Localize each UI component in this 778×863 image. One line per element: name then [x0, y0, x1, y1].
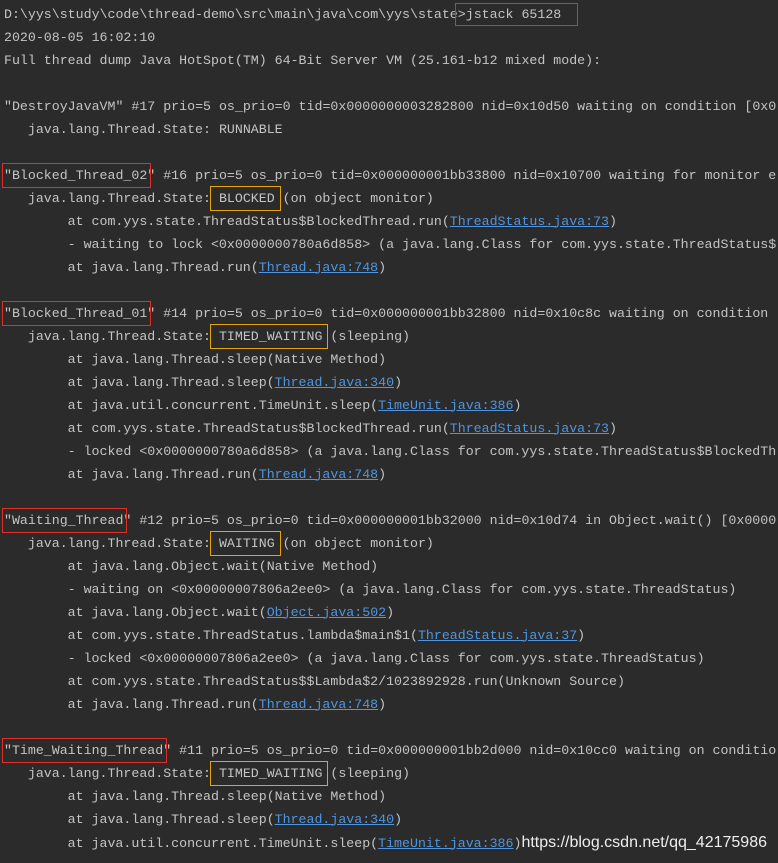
source-link[interactable]: ThreadStatus.java:37 [418, 628, 577, 643]
stack-frame: at java.lang.Object.wait(Object.java:502… [4, 601, 778, 624]
source-link[interactable]: Thread.java:748 [259, 260, 378, 275]
prompt-symbol: > [457, 6, 466, 22]
stack-frame: at java.util.concurrent.TimeUnit.sleep(T… [4, 394, 778, 417]
stack-frame: at java.lang.Thread.sleep(Thread.java:34… [4, 371, 778, 394]
stack-frame: at java.lang.Thread.run(Thread.java:748) [4, 256, 778, 279]
stack-frame: at com.yys.state.ThreadStatus$$Lambda$2/… [67, 673, 625, 689]
thread-state-line: java.lang.Thread.State: TIMED_WAITING (s… [4, 325, 778, 348]
thread-state-line: java.lang.Thread.State: TIMED_WAITING (s… [4, 762, 778, 785]
thread-header: "Blocked_Thread_02" #16 prio=5 os_prio=0… [4, 164, 778, 187]
frame-tail: ) [394, 811, 403, 827]
thread-header: "Waiting_Thread" #12 prio=5 os_prio=0 ti… [4, 509, 778, 532]
frame-tail: ) [378, 466, 387, 482]
state-detail: (on object monitor) [274, 535, 434, 551]
stack-lock-line: - locked <0x00000007806a2ee0> (a java.la… [67, 650, 705, 666]
frame-tail: ) [577, 627, 586, 643]
stack-frame: at java.lang.Thread.run(Thread.java:748) [4, 463, 778, 486]
state-label: java.lang.Thread.State: [27, 190, 219, 206]
thread-info: #14 prio=5 os_prio=0 tid=0x000000001bb32… [155, 305, 769, 321]
thread-state: TIMED_WAITING [218, 765, 323, 781]
frame-text: at java.lang.Thread.run( [67, 259, 259, 275]
source-link[interactable]: Thread.java:748 [259, 697, 378, 712]
dump-header: Full thread dump Java HotSpot(TM) 64-Bit… [4, 52, 602, 68]
stack-lock-line: - locked <0x0000000780a6d858> (a java.la… [67, 443, 777, 459]
source-link[interactable]: Thread.java:748 [259, 467, 378, 482]
thread-state: TIMED_WAITING [218, 328, 323, 344]
state-label: java.lang.Thread.State: [27, 121, 219, 137]
stack-frame: at java.lang.Thread.run(Thread.java:748) [4, 693, 778, 716]
frame-tail: ) [394, 374, 403, 390]
stack-lock-line: - waiting to lock <0x0000000780a6d858> (… [67, 236, 777, 252]
state-label: java.lang.Thread.State: [27, 765, 219, 781]
thread-info: #12 prio=5 os_prio=0 tid=0x000000001bb32… [131, 512, 777, 528]
frame-tail: ) [609, 213, 617, 229]
source-link[interactable]: TimeUnit.java:386 [378, 836, 513, 851]
stack-lock-line: - waiting on <0x00000007806a2ee0> (a jav… [67, 581, 737, 597]
thread-name: "Waiting_Thread" [4, 512, 132, 528]
state-detail: (on object monitor) [274, 190, 434, 206]
thread-name: "DestroyJavaVM" [4, 98, 124, 114]
frame-text: at java.lang.Object.wait( [67, 604, 267, 620]
state-detail: (sleeping) [322, 328, 411, 344]
stack-frame: at com.yys.state.ThreadStatus$BlockedThr… [4, 417, 778, 440]
frame-text: at java.lang.Thread.sleep( [67, 374, 275, 390]
thread-header: "Blocked_Thread_01" #14 prio=5 os_prio=0… [4, 302, 778, 325]
frame-text: at java.lang.Thread.run( [67, 696, 259, 712]
state-detail: (sleeping) [322, 765, 411, 781]
watermark: https://blog.csdn.net/qq_42175986 [521, 833, 767, 851]
prompt-path: D:\yys\study\code\thread-demo\src\main\j… [4, 6, 458, 22]
command-highlight: >jstack 65128 [458, 7, 562, 22]
thread-state-line: java.lang.Thread.State: RUNNABLE [4, 118, 778, 141]
thread-state-line: java.lang.Thread.State: BLOCKED (on obje… [4, 187, 778, 210]
console-output: D:\yys\study\code\thread-demo\src\main\j… [0, 0, 778, 863]
thread-info: #17 prio=5 os_prio=0 tid=0x0000000003282… [123, 98, 777, 114]
source-link[interactable]: ThreadStatus.java:73 [450, 214, 609, 229]
stack-frame: at com.yys.state.ThreadStatus.lambda$mai… [4, 624, 778, 647]
command-text: jstack 65128 [465, 6, 562, 22]
frame-text: at com.yys.state.ThreadStatus$BlockedThr… [67, 213, 450, 229]
source-link[interactable]: TimeUnit.java:386 [378, 398, 513, 413]
thread-state: WAITING [218, 535, 275, 551]
stack-frame: at java.lang.Thread.sleep(Thread.java:34… [4, 808, 778, 831]
state-label: java.lang.Thread.State: [27, 535, 219, 551]
frame-text: at java.util.concurrent.TimeUnit.sleep( [67, 835, 379, 851]
stack-frame: at java.util.concurrent.TimeUnit.sleep(T… [4, 831, 778, 854]
source-link[interactable]: Thread.java:340 [275, 375, 394, 390]
thread-state: BLOCKED [218, 190, 275, 206]
thread-info: #16 prio=5 os_prio=0 tid=0x000000001bb33… [155, 167, 777, 183]
stack-frame: at java.lang.Thread.sleep(Native Method) [67, 788, 387, 804]
thread-state-line: java.lang.Thread.State: WAITING (on obje… [4, 532, 778, 555]
frame-text: at java.lang.Thread.run( [67, 466, 259, 482]
thread-info: #11 prio=5 os_prio=0 tid=0x000000001bb2d… [171, 742, 777, 758]
command-line: D:\yys\study\code\thread-demo\src\main\j… [4, 3, 778, 26]
source-link[interactable]: Thread.java:340 [275, 812, 394, 827]
thread-header: "Time_Waiting_Thread" #11 prio=5 os_prio… [4, 739, 778, 762]
dump-timestamp: 2020-08-05 16:02:10 [4, 29, 156, 45]
frame-text: at java.util.concurrent.TimeUnit.sleep( [67, 397, 379, 413]
frame-tail: ) [378, 259, 387, 275]
frame-tail: ) [386, 604, 395, 620]
thread-name: "Time_Waiting_Thread" [4, 742, 172, 758]
thread-state: RUNNABLE [218, 121, 283, 137]
thread-name: "Blocked_Thread_02" [4, 167, 156, 183]
thread-header: "DestroyJavaVM" #17 prio=5 os_prio=0 tid… [4, 95, 778, 118]
thread-name: "Blocked_Thread_01" [4, 305, 156, 321]
frame-text: at com.yys.state.ThreadStatus.lambda$mai… [67, 627, 418, 643]
frame-tail: ) [609, 420, 617, 436]
stack-frame: at com.yys.state.ThreadStatus$BlockedThr… [4, 210, 778, 233]
stack-frame: at java.lang.Thread.sleep(Native Method) [67, 351, 387, 367]
stack-frame: at java.lang.Object.wait(Native Method) [67, 558, 379, 574]
frame-tail: ) [513, 397, 522, 413]
frame-text: at java.lang.Thread.sleep( [67, 811, 275, 827]
frame-text: at com.yys.state.ThreadStatus$BlockedThr… [67, 420, 450, 436]
frame-tail: ) [378, 696, 387, 712]
source-link[interactable]: ThreadStatus.java:73 [450, 421, 609, 436]
state-label: java.lang.Thread.State: [27, 328, 219, 344]
source-link[interactable]: Object.java:502 [267, 605, 386, 620]
